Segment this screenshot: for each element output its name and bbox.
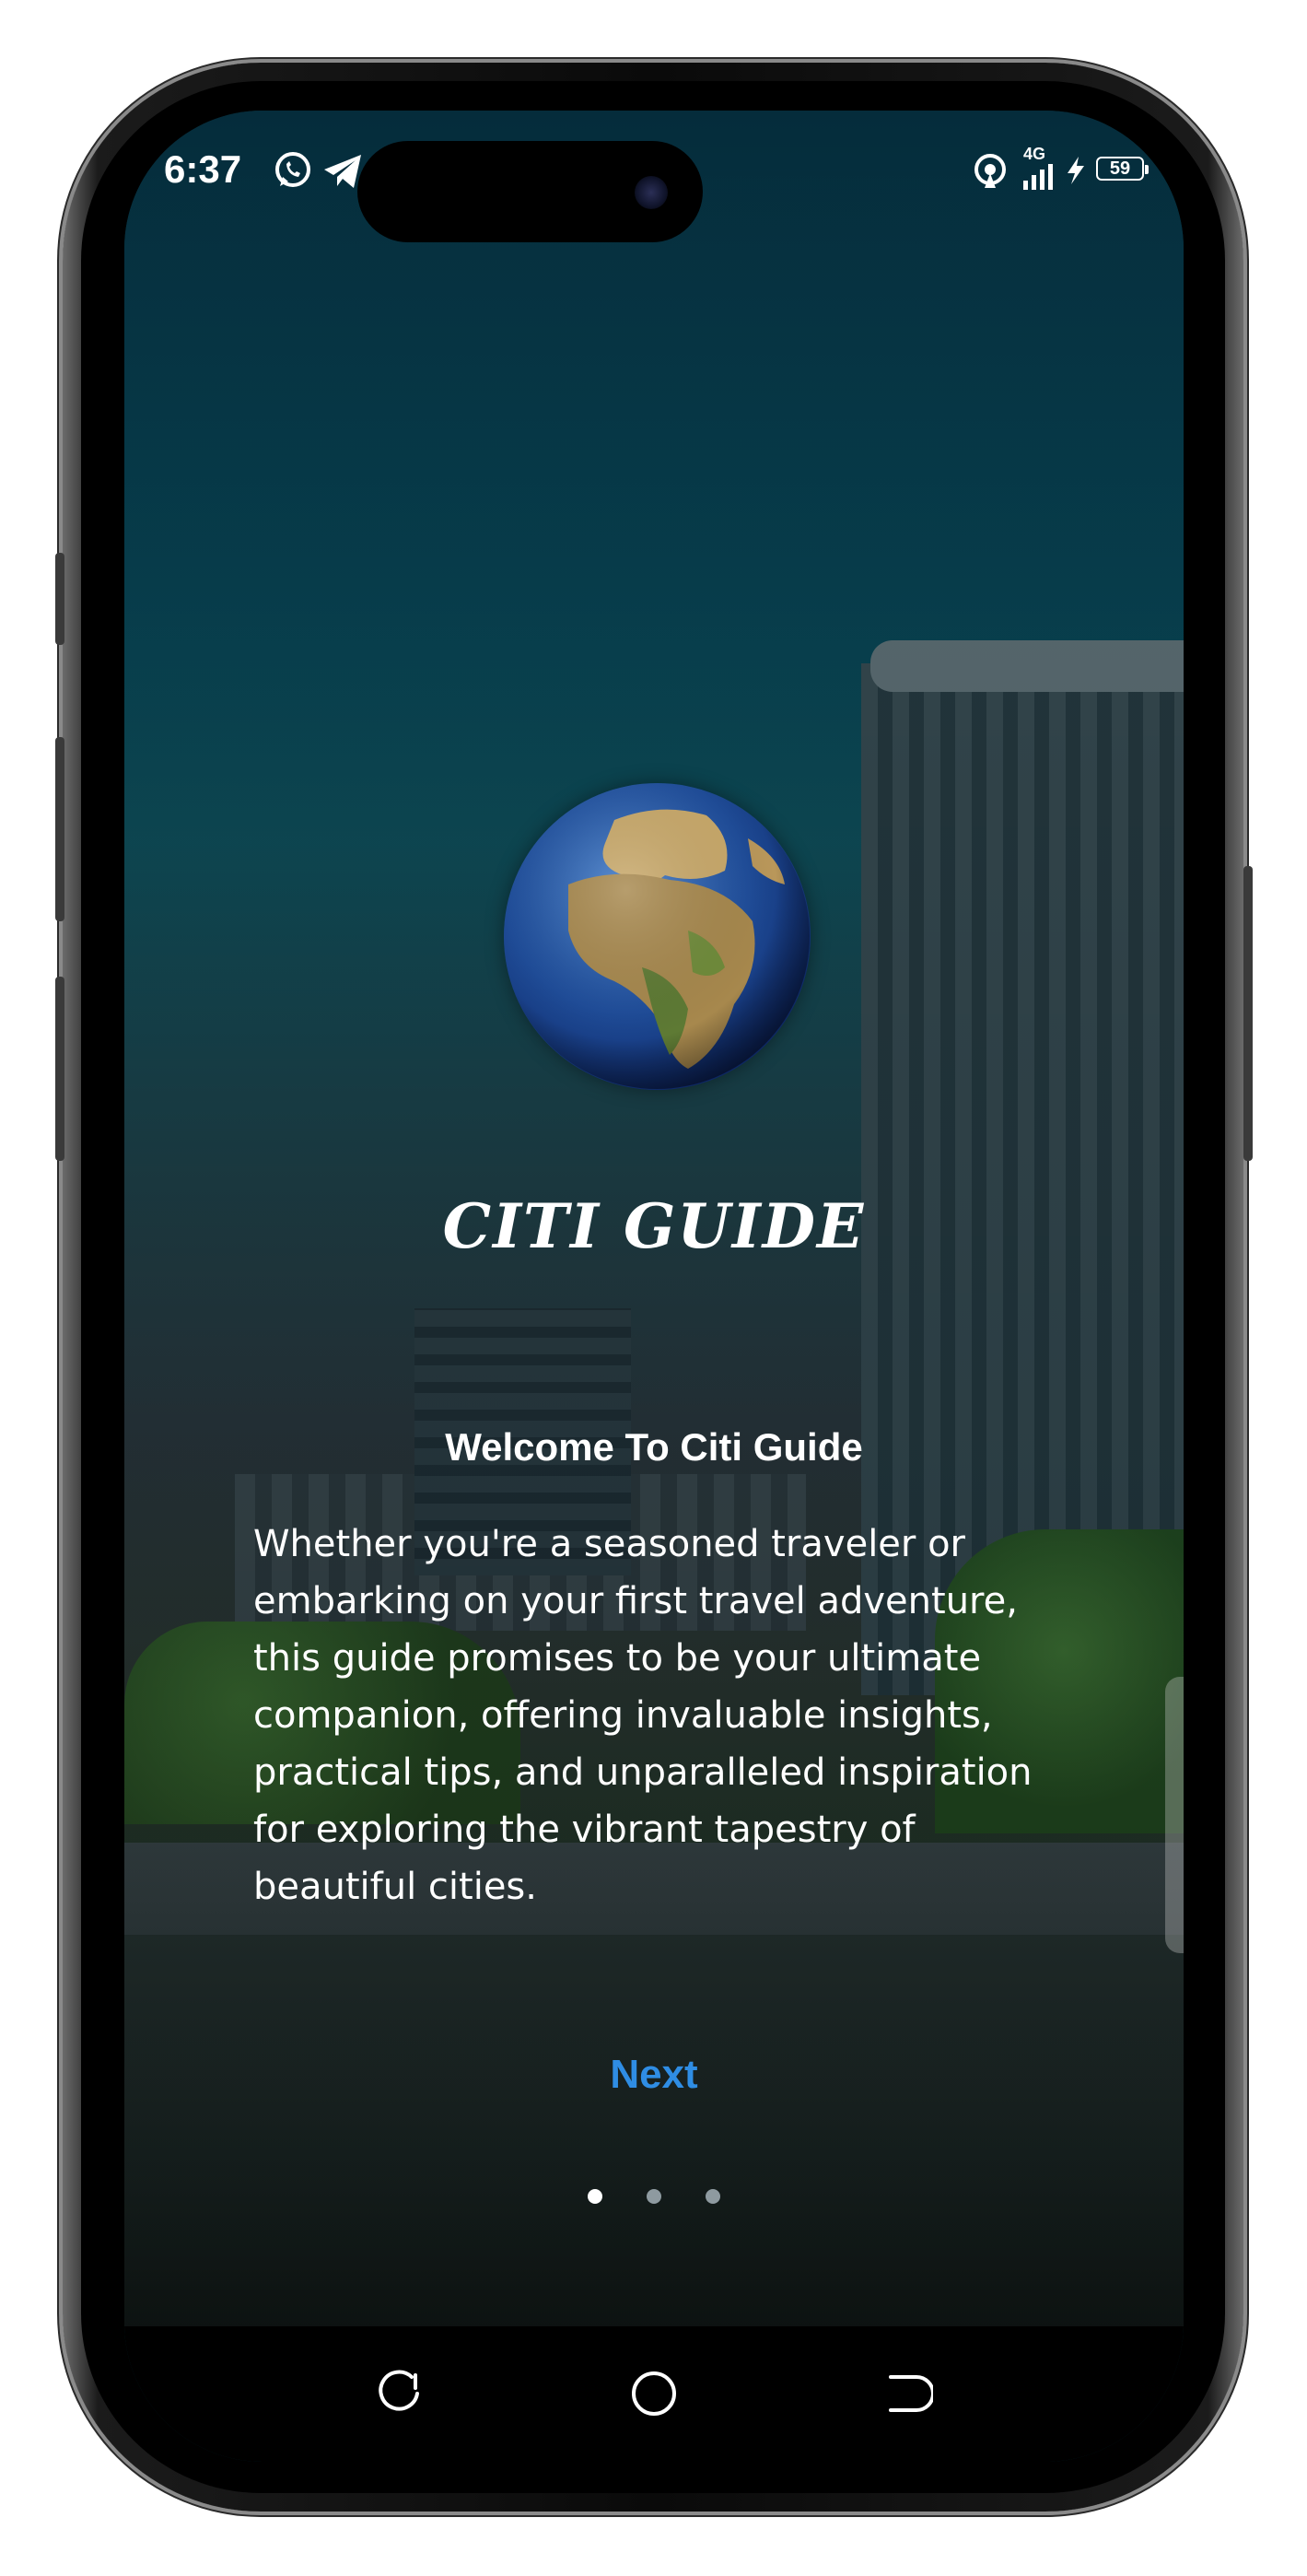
status-time: 6:37 (164, 147, 242, 191)
power-button (1243, 866, 1253, 1161)
status-bar: 6:37 4G 59 (124, 111, 1184, 242)
page-dot-2[interactable] (647, 2189, 661, 2204)
app-logo-title: CITI GUIDE (442, 1190, 866, 1262)
action-button (55, 553, 64, 645)
battery-icon: 59 (1096, 157, 1149, 181)
back-icon[interactable] (881, 2368, 935, 2419)
home-icon[interactable] (628, 2368, 680, 2419)
globe-logo-icon (504, 783, 811, 1090)
screen: 6:37 4G 59 CITI GUIDE Welcome To Citi Gu… (124, 111, 1184, 2462)
recents-icon[interactable] (375, 2368, 426, 2419)
volume-down-button (55, 977, 64, 1161)
whatsapp-icon (272, 149, 314, 196)
signal-icon (1023, 162, 1060, 194)
page-dot-1[interactable] (588, 2189, 602, 2204)
welcome-heading: Welcome To Citi Guide (445, 1425, 863, 1469)
edge-panel-handle[interactable] (1165, 1677, 1184, 1953)
page-indicator (124, 2189, 1184, 2208)
charging-icon (1064, 157, 1090, 189)
front-camera (635, 176, 668, 209)
hotspot-icon (972, 153, 1009, 194)
welcome-description: Whether you're a seasoned traveler or em… (253, 1523, 1033, 1908)
page-dot-3[interactable] (706, 2189, 720, 2204)
navigation-bar (124, 2326, 1184, 2462)
network-type: 4G (1023, 145, 1046, 163)
dynamic-island (357, 141, 703, 242)
next-button[interactable]: Next (124, 2052, 1184, 2098)
volume-up-button (55, 737, 64, 921)
